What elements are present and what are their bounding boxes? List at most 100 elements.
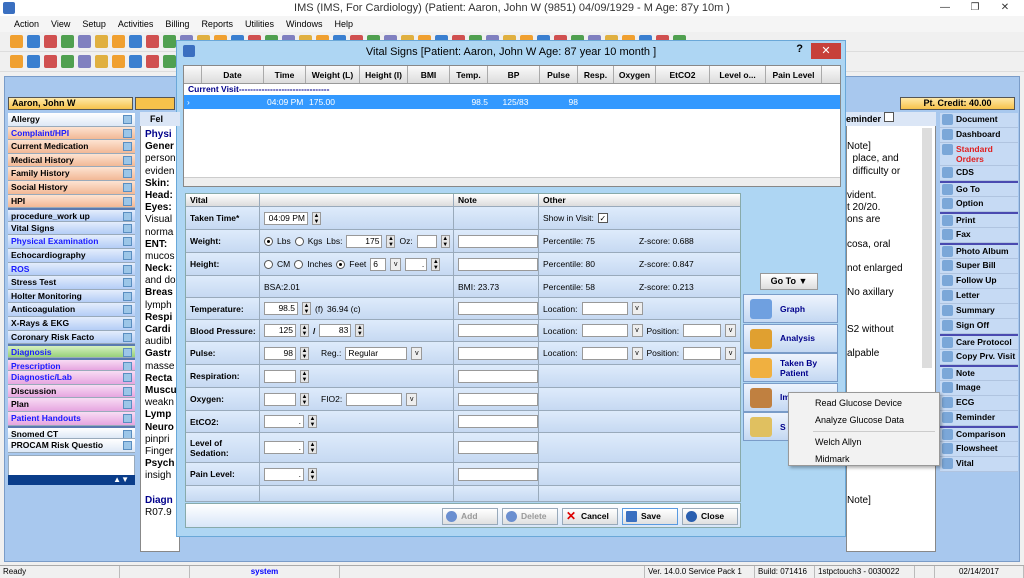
sidebar-item[interactable]: Physical Examination <box>8 235 135 249</box>
respiration-input[interactable] <box>264 369 296 383</box>
template-icon[interactable] <box>123 264 132 274</box>
sidebar-item[interactable]: Allergy <box>8 113 135 127</box>
spinner-icon[interactable]: ▲ ▼ <box>300 369 309 383</box>
right-nav-vital[interactable]: Vital <box>940 457 1018 472</box>
menu-item-midmark[interactable]: Midmark <box>789 451 939 468</box>
toolbar-icon[interactable] <box>78 35 91 48</box>
note-input[interactable] <box>458 302 538 315</box>
left-nav-scroll-arrows[interactable]: ▲▼ <box>8 475 135 485</box>
sidebar-item[interactable]: Diagnosis <box>8 344 135 358</box>
right-nav-care-protocol[interactable]: Care Protocol <box>940 334 1018 350</box>
right-nav-flowsheet[interactable]: Flowsheet <box>940 442 1018 457</box>
note-input[interactable] <box>458 257 538 271</box>
right-nav-super-bill[interactable]: Super Bill <box>940 259 1018 274</box>
sidebar-item[interactable]: Coronary Risk Facto <box>8 330 135 345</box>
note-scrollbar[interactable] <box>922 128 932 368</box>
sidebar-item[interactable]: Family History <box>8 167 135 181</box>
spinner-icon[interactable]: ▲ ▼ <box>300 324 309 337</box>
location-select[interactable] <box>581 324 628 337</box>
restore-button[interactable]: ❐ <box>964 1 986 15</box>
template-icon[interactable] <box>123 361 132 371</box>
sidebar-item[interactable]: ROS <box>8 262 135 277</box>
template-icon[interactable] <box>123 332 132 342</box>
template-icon[interactable] <box>123 182 132 192</box>
right-nav-image[interactable]: Image <box>940 381 1018 396</box>
save-button[interactable]: Save <box>622 508 678 525</box>
close-app-button[interactable]: ✕ <box>994 1 1016 15</box>
sidebar-item[interactable]: Discussion <box>8 384 135 399</box>
sidebar-item[interactable]: Plan <box>8 398 135 413</box>
dropdown-arrow-icon[interactable]: v <box>725 346 737 360</box>
note-input[interactable] <box>458 441 538 454</box>
spinner-icon[interactable]: ▲ ▼ <box>308 441 317 454</box>
toolbar-icon[interactable] <box>27 35 40 48</box>
template-icon[interactable] <box>123 250 132 260</box>
toolbar-icon[interactable] <box>27 55 40 68</box>
sidebar-item[interactable]: Echocardiography <box>8 248 135 263</box>
grid-column-header[interactable]: Oxygen <box>614 66 656 83</box>
sedation-input[interactable]: . <box>264 441 304 454</box>
delete-button[interactable]: Delete <box>502 508 558 525</box>
inches-radio[interactable] <box>294 259 304 269</box>
grid-column-header[interactable]: Pulse <box>540 66 578 83</box>
menu-item-read-glucose[interactable]: Read Glucose Device <box>789 395 939 412</box>
toolbar-icon[interactable] <box>10 55 23 68</box>
dropdown-arrow-icon[interactable]: v <box>631 346 643 360</box>
cancel-button[interactable]: ✕ Cancel <box>562 508 618 525</box>
sidebar-item[interactable]: Vital Signs <box>8 221 135 236</box>
goto-button[interactable]: Go To ▼ <box>760 273 818 290</box>
spinner-icon[interactable]: ▲ ▼ <box>302 302 311 315</box>
sidebar-item[interactable]: Anticoagulation <box>8 303 135 317</box>
toolbar-icon[interactable] <box>78 55 91 68</box>
dropdown-arrow-icon[interactable]: v <box>411 346 423 360</box>
right-nav-reminder[interactable]: Reminder <box>940 411 1018 426</box>
help-button[interactable]: ? <box>796 43 803 55</box>
grid-column-header[interactable]: Time <box>264 66 306 83</box>
grid-column-header[interactable]: BP <box>488 66 540 83</box>
location-select[interactable] <box>581 302 628 315</box>
toolbar-icon[interactable] <box>146 35 159 48</box>
template-icon[interactable] <box>123 196 132 206</box>
grid-column-header[interactable]: Weight (L) <box>306 66 360 83</box>
toolbar-icon[interactable] <box>129 55 142 68</box>
toolbar-icon[interactable] <box>129 35 142 48</box>
toolbar-icon[interactable] <box>44 35 57 48</box>
sidebar-item[interactable]: HPI <box>8 194 135 209</box>
side-button-taken-by-patient[interactable]: Taken By Patient <box>743 353 838 382</box>
right-nav-fax[interactable]: Fax <box>940 228 1018 243</box>
close-button[interactable]: Close <box>682 508 738 525</box>
menu-reports[interactable]: Reports <box>195 16 239 32</box>
template-icon[interactable] <box>123 169 132 179</box>
right-nav-photo-album[interactable]: Photo Album <box>940 243 1018 259</box>
sidebar-item[interactable]: Social History <box>8 180 135 195</box>
feet-radio[interactable] <box>336 259 346 269</box>
toolbar-icon[interactable] <box>61 35 74 48</box>
spinner-icon[interactable]: ▲ ▼ <box>300 346 309 360</box>
template-icon[interactable] <box>123 441 132 451</box>
sidebar-item[interactable]: procedure_work up <box>8 208 135 222</box>
toolbar-icon[interactable] <box>10 35 23 48</box>
menu-view[interactable]: View <box>45 16 76 32</box>
cm-radio[interactable] <box>264 259 273 269</box>
grid-column-header[interactable] <box>184 66 202 83</box>
menu-item-analyze-glucose[interactable]: Analyze Glucose Data <box>789 412 939 429</box>
oxygen-input[interactable] <box>264 392 296 406</box>
note-tab[interactable]: Fel <box>140 112 180 126</box>
spinner-icon[interactable]: ▲ ▼ <box>431 257 441 271</box>
template-icon[interactable] <box>123 155 132 165</box>
toolbar-icon[interactable] <box>44 55 57 68</box>
spinner-icon[interactable]: ▲ ▼ <box>308 415 317 428</box>
template-icon[interactable] <box>123 115 132 124</box>
grid-horizontal-scrollbar[interactable] <box>184 177 840 186</box>
pulse-regularity-select[interactable]: Regular <box>345 346 408 360</box>
inches-input[interactable]: . <box>405 257 428 271</box>
note-input[interactable] <box>458 392 538 406</box>
spinner-icon[interactable]: ▲ ▼ <box>312 211 321 225</box>
position-select[interactable] <box>683 324 722 337</box>
template-icon[interactable] <box>123 212 132 221</box>
spinner-icon[interactable]: ▲ ▼ <box>300 392 309 406</box>
spinner-icon[interactable]: ▲ ▼ <box>386 234 396 248</box>
right-nav-cds[interactable]: CDS <box>940 166 1018 181</box>
right-nav-go-to[interactable]: Go To <box>940 181 1018 197</box>
menu-item-welch-allyn[interactable]: Welch Allyn <box>789 434 939 451</box>
